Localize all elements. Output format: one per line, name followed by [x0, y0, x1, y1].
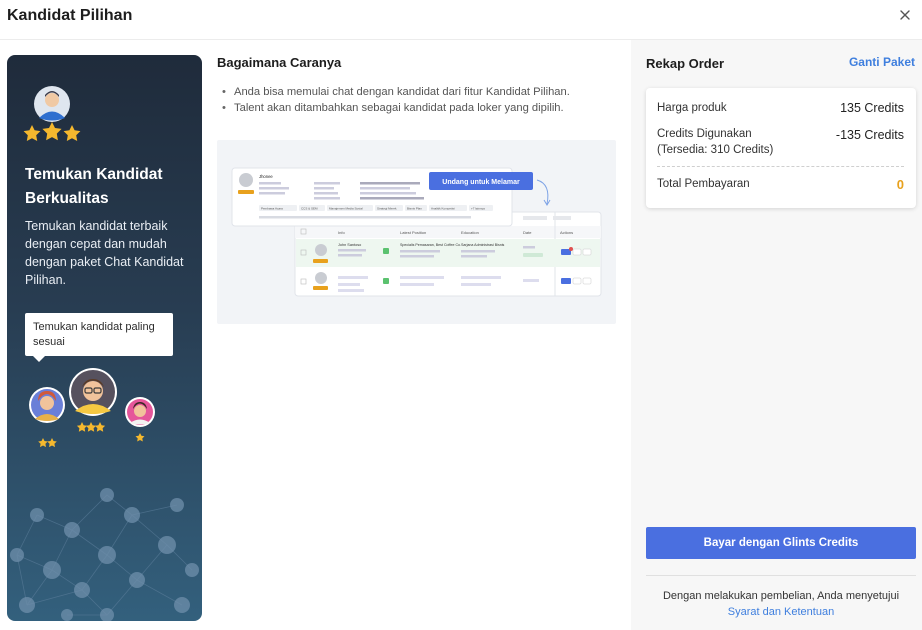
- terms-link[interactable]: Syarat dan Ketentuan: [646, 606, 916, 618]
- feature-preview-illustration: Info Latest Position Education Date Acti…: [217, 140, 616, 324]
- promo-description: Temukan kandidat terbaik dengan cepat da…: [25, 219, 184, 287]
- preview-row-name: John Santoso: [338, 243, 361, 247]
- how-it-works-step: Talent akan ditambahkan sebagai kandidat…: [222, 100, 570, 116]
- preview-tag: Pembawa Acara: [261, 207, 283, 211]
- summary-divider: [657, 166, 904, 167]
- how-it-works-step: Anda bisa memulai chat dengan kandidat d…: [222, 84, 570, 100]
- preview-col-date: Date: [523, 230, 532, 235]
- modal-header: Kandidat Pilihan: [0, 0, 922, 40]
- preview-row-education: Sarjana Administrasi Bisnis: [461, 243, 505, 247]
- preview-tag: Analitik Kompetisi: [431, 207, 455, 211]
- preview-col-actions: Actions: [560, 230, 573, 235]
- price-label: Harga produk: [657, 102, 727, 114]
- preview-candidate-name: Jhonee: [259, 174, 273, 179]
- order-summary-card: Harga produk 135 Credits Credits Digunak…: [646, 88, 916, 208]
- total-payment-value: 0: [896, 177, 904, 192]
- close-icon: [900, 10, 910, 20]
- promo-panel: Temukan Kandidat Berkualitas Temukan kan…: [7, 55, 202, 621]
- preview-tag: Bisnis Plan: [407, 207, 422, 211]
- modal-title: Kandidat Pilihan: [7, 7, 133, 24]
- change-package-link[interactable]: Ganti Paket: [849, 55, 915, 69]
- preview-col-education: Education: [461, 230, 479, 235]
- credits-available-label: (Tersedia: 310 Credits): [657, 144, 774, 156]
- promo-avatar-illustration: [23, 86, 81, 141]
- price-value: 135 Credits: [840, 101, 904, 115]
- close-button[interactable]: [897, 5, 915, 25]
- promo-speech-bubble: Temukan kandidat paling sesuai: [25, 313, 173, 362]
- credits-used-label: Credits Digunakan: [657, 128, 752, 140]
- promo-title: Temukan Kandidat Berkualitas: [25, 166, 163, 207]
- candidates-avatars-illustration: [29, 368, 155, 447]
- total-payment-label: Total Pembayaran: [657, 178, 750, 190]
- preview-tag: Manajemen Media Sosial: [329, 207, 363, 211]
- preview-tag: +7 lainnya: [471, 207, 485, 211]
- purchase-agreement-text: Dengan melakukan pembelian, Anda menyetu…: [662, 590, 900, 602]
- footer-divider: [646, 575, 916, 576]
- preview-invite-button: Undang untuk Melamar: [442, 179, 520, 186]
- how-it-works-title: Bagaimana Caranya: [217, 55, 342, 70]
- order-recap-title: Rekap Order: [646, 56, 725, 71]
- preview-tag: CCS & SEM: [301, 207, 318, 211]
- preview-row-position: Specialis Pemasaran, Best Coffee Co.: [400, 243, 461, 247]
- preview-col-position: Latest Position: [400, 230, 426, 235]
- preview-col-info: Info: [338, 230, 345, 235]
- how-it-works-list: Anda bisa memulai chat dengan kandidat d…: [222, 84, 570, 116]
- pay-with-credits-button[interactable]: Bayar dengan Glints Credits: [646, 527, 916, 559]
- preview-tag: Strategi Merek: [377, 207, 397, 211]
- credits-used-value: -135 Credits: [835, 128, 904, 142]
- network-pattern-illustration: [10, 488, 199, 621]
